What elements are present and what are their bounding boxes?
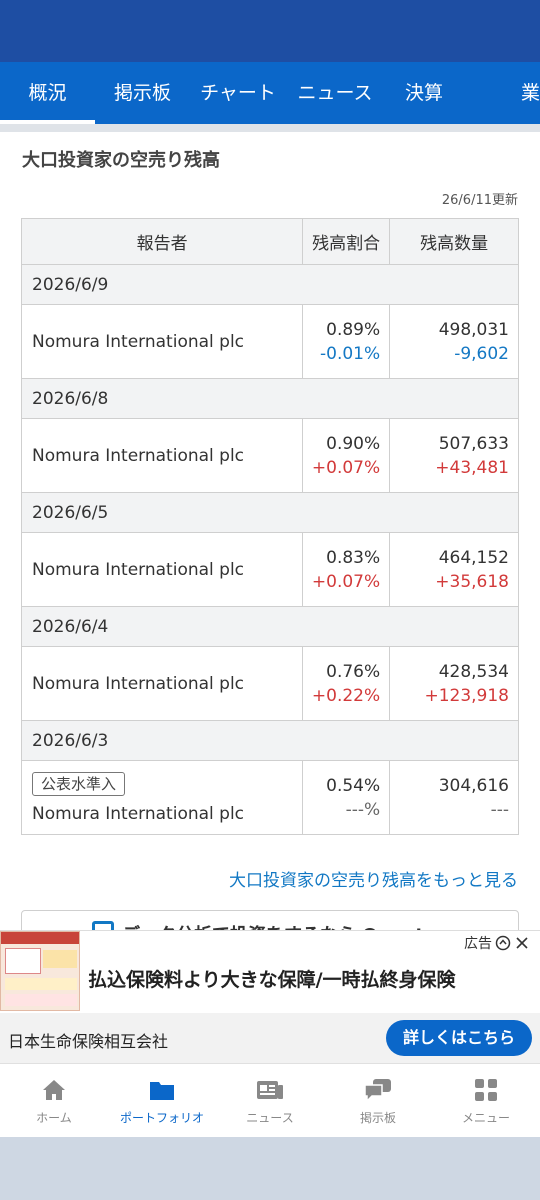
reporter-name[interactable]: Nomura International plc	[20, 418, 304, 493]
ratio-change: +0.22%	[311, 685, 381, 706]
report-date: 2026/6/4	[21, 606, 519, 647]
nav-news[interactable]: ニュース	[216, 1064, 324, 1137]
tab-business[interactable]: 業	[464, 62, 540, 124]
disclosure-badge: 公表水準入	[32, 771, 126, 796]
news-icon	[216, 1077, 324, 1103]
tab-earnings[interactable]: 決算	[384, 62, 464, 124]
table-header-row: 報告者 残高割合 残高数量	[20, 218, 519, 265]
ratio-cell: 0.83% +0.07%	[302, 532, 391, 607]
ratio-cell: 0.90% +0.07%	[302, 418, 391, 493]
ratio-value: 0.89%	[326, 319, 381, 340]
quantity-cell: 464,152 +35,618	[389, 532, 519, 607]
table-row: Nomura International plc 0.90% +0.07% 50…	[20, 418, 519, 493]
nav-board[interactable]: 掲示板	[324, 1064, 432, 1137]
section-title: 大口投資家の空売り残高	[22, 150, 220, 171]
ad-banner[interactable]: 広告 払込保険料より大きな保障/一時払終身保険 日本生命保険相互会社 詳しくはこ…	[0, 930, 540, 1063]
table-row: Nomura International plc 0.76% +0.22% 42…	[20, 646, 519, 721]
date-row: 2026/6/5	[21, 492, 519, 533]
tab-chart[interactable]: チャート	[190, 62, 286, 124]
nav-label: ポートフォリオ	[119, 1111, 204, 1125]
tab-divider	[0, 124, 540, 132]
date-row: 2026/6/8	[21, 378, 519, 419]
header-ratio: 残高割合	[302, 218, 391, 265]
header-reporter: 報告者	[20, 218, 304, 265]
ratio-change: ---%	[345, 799, 381, 820]
ad-company: 日本生命保険相互会社	[8, 1032, 169, 1051]
quantity-value: 304,616	[438, 775, 509, 796]
table-row: Nomura International plc 0.83% +0.07% 46…	[20, 532, 519, 607]
ratio-cell: 0.89% -0.01%	[302, 304, 391, 379]
tab-news[interactable]: ニュース	[286, 62, 384, 124]
nav-label: ホーム	[36, 1111, 72, 1125]
ad-image[interactable]	[0, 931, 80, 1011]
header-quantity: 残高数量	[389, 218, 519, 265]
quantity-value: 428,534	[438, 661, 509, 682]
ad-cta-button[interactable]: 詳しくはこちら	[386, 1020, 532, 1056]
quantity-cell: 507,633 +43,481	[389, 418, 519, 493]
date-row: 2026/6/9	[21, 264, 519, 305]
nav-label: ニュース	[246, 1111, 294, 1125]
ratio-cell: 0.76% +0.22%	[302, 646, 391, 721]
short-positions-table: 報告者 残高割合 残高数量 2026/6/9 Nomura Internatio…	[20, 218, 519, 835]
quantity-value: 507,633	[438, 433, 509, 454]
date-row: 2026/6/4	[21, 606, 519, 647]
ratio-change: +0.07%	[311, 571, 381, 592]
reporter-cell: 公表水準入 Nomura International plc	[20, 760, 304, 835]
see-more-link[interactable]: 大口投資家の空売り残高をもっと見る	[229, 866, 518, 891]
quantity-change: +123,918	[424, 685, 509, 706]
quantity-cell: 428,534 +123,918	[389, 646, 519, 721]
date-row: 2026/6/3	[21, 720, 519, 761]
tab-overview[interactable]: 概況	[0, 62, 95, 124]
ad-info-icon[interactable]	[495, 935, 511, 951]
report-date: 2026/6/8	[21, 378, 519, 419]
chat-icon	[324, 1077, 432, 1103]
tab-board[interactable]: 掲示板	[95, 62, 190, 124]
menu-grid-icon	[432, 1077, 540, 1103]
nav-menu[interactable]: メニュー	[432, 1064, 540, 1137]
footer-background	[0, 1137, 540, 1200]
quantity-change: +43,481	[435, 457, 509, 478]
quantity-change: ---	[490, 799, 509, 820]
app-header-bar	[0, 0, 540, 62]
reporter-name[interactable]: Nomura International plc	[20, 532, 304, 607]
home-icon	[0, 1077, 108, 1103]
report-date: 2026/6/5	[21, 492, 519, 533]
reporter-name[interactable]: Nomura International plc	[20, 646, 304, 721]
ratio-cell: 0.54% ---%	[302, 760, 391, 835]
quantity-change: -9,602	[454, 343, 509, 364]
ad-label: 広告	[464, 933, 530, 953]
ratio-value: 0.90%	[326, 433, 381, 454]
ratio-change: -0.01%	[320, 343, 381, 364]
ad-label-text: 広告	[464, 936, 492, 952]
nav-home[interactable]: ホーム	[0, 1064, 108, 1137]
quantity-cell: 498,031 -9,602	[389, 304, 519, 379]
ratio-change: +0.07%	[311, 457, 381, 478]
reporter-name[interactable]: Nomura International plc	[32, 804, 244, 824]
report-date: 2026/6/3	[21, 720, 519, 761]
quantity-cell: 304,616 ---	[389, 760, 519, 835]
reporter-name[interactable]: Nomura International plc	[20, 304, 304, 379]
bottom-navigation: ホーム ポートフォリオ ニュース 掲示板 メニュー	[0, 1063, 540, 1137]
updated-timestamp: 26/6/11更新	[441, 193, 518, 208]
ad-close-icon[interactable]	[514, 935, 530, 951]
ratio-value: 0.76%	[326, 661, 381, 682]
ratio-value: 0.83%	[326, 547, 381, 568]
ad-headline[interactable]: 払込保険料より大きな保障/一時払終身保険	[88, 965, 456, 992]
stock-tab-bar: 概況 掲示板 チャート ニュース 決算 業	[0, 62, 540, 124]
folder-icon	[108, 1077, 216, 1103]
table-row: 公表水準入 Nomura International plc 0.54% ---…	[20, 760, 519, 835]
report-date: 2026/6/9	[21, 264, 519, 305]
nav-label: メニュー	[461, 1111, 510, 1125]
quantity-change: +35,618	[435, 571, 509, 592]
ad-footer: 日本生命保険相互会社 詳しくはこちら	[0, 1013, 540, 1063]
quantity-value: 464,152	[438, 547, 509, 568]
ratio-value: 0.54%	[326, 775, 381, 796]
table-row: Nomura International plc 0.89% -0.01% 49…	[20, 304, 519, 379]
nav-label: 掲示板	[359, 1111, 396, 1125]
nav-portfolio[interactable]: ポートフォリオ	[108, 1064, 216, 1137]
quantity-value: 498,031	[438, 319, 509, 340]
